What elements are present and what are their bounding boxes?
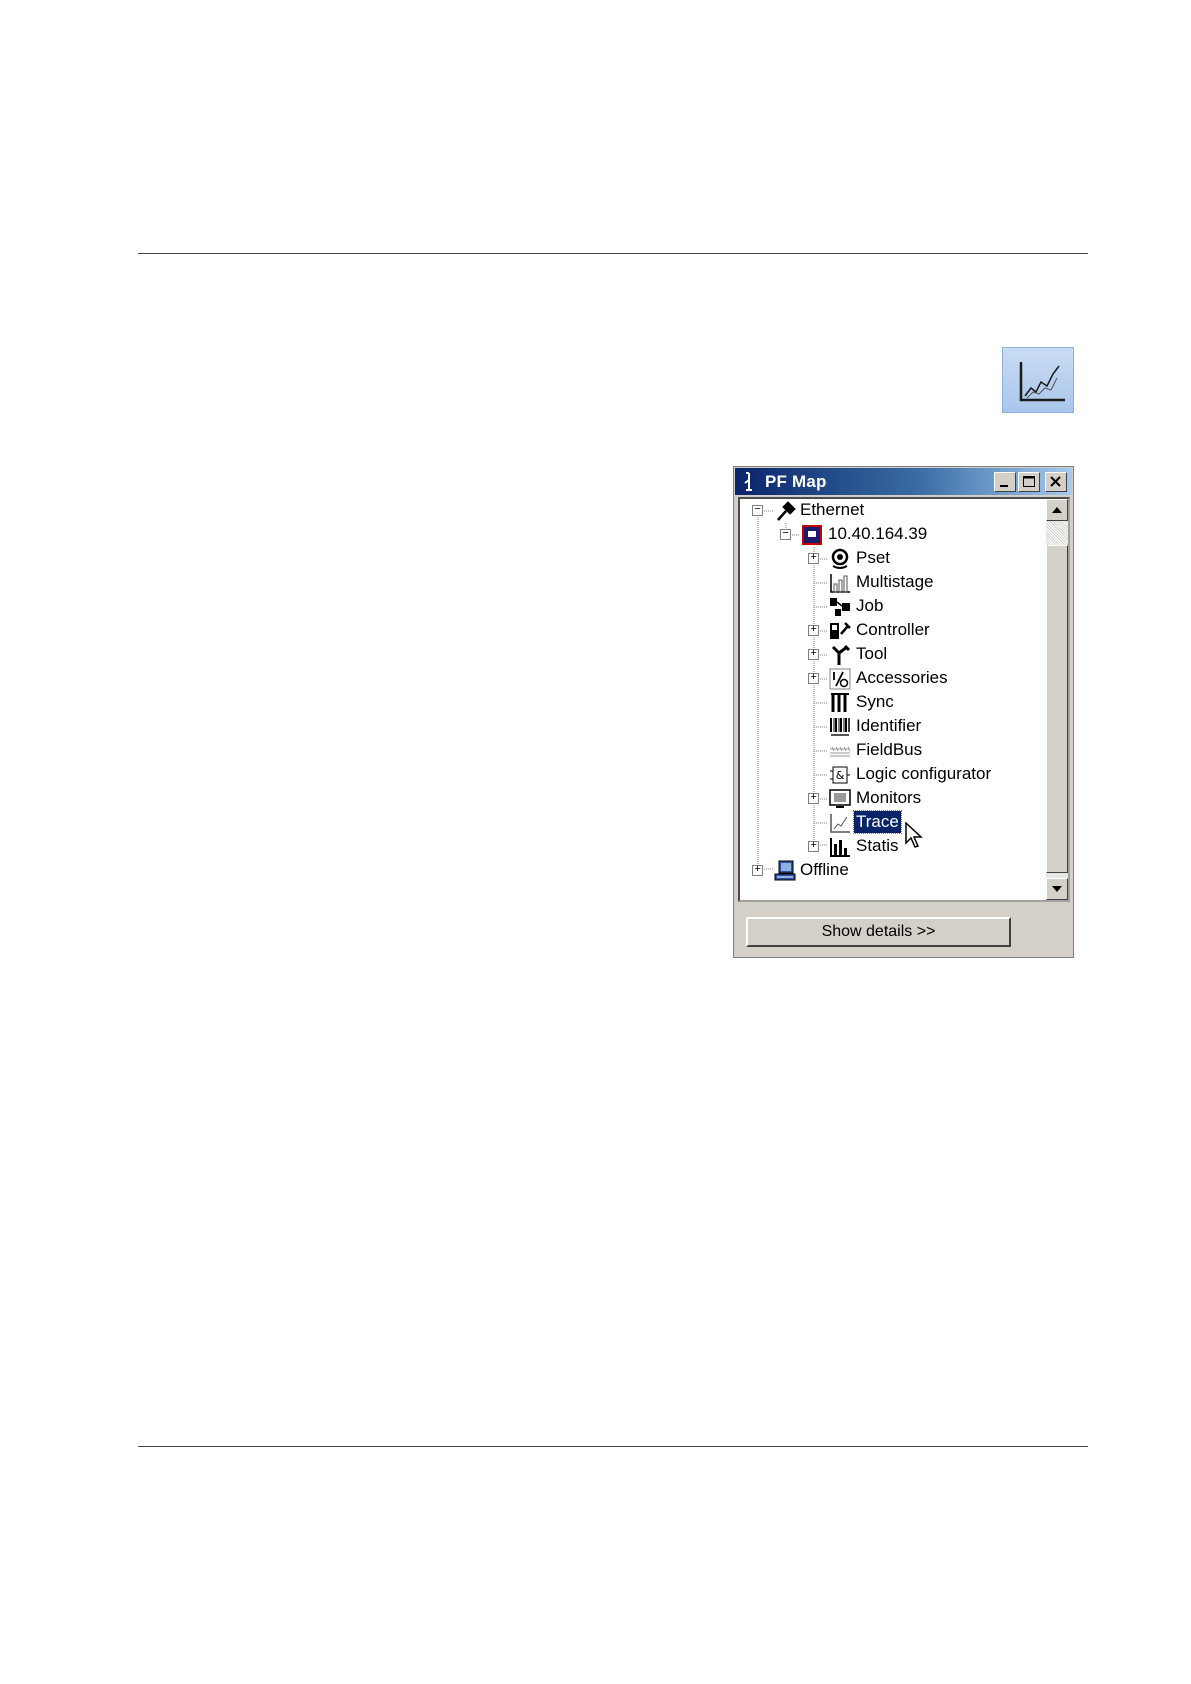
expand-toggle[interactable]: +	[808, 793, 819, 804]
tree-label: Monitors	[856, 788, 922, 807]
statistics-icon	[830, 838, 850, 857]
expand-toggle[interactable]: +	[808, 649, 819, 660]
controller-unit-icon	[802, 525, 822, 545]
tree-panel: − Ethernet − 10.40.164.39 + Pset Multist…	[738, 497, 1070, 902]
expand-toggle[interactable]: +	[808, 553, 819, 564]
tree-label: Offline	[800, 860, 849, 879]
tree-node-accessories[interactable]: + Accessories	[740, 667, 1046, 691]
tree-label: Pset	[856, 548, 891, 567]
sync-icon	[831, 693, 849, 712]
expand-toggle[interactable]: +	[752, 865, 763, 876]
tree-node-monitors[interactable]: + Monitors	[740, 787, 1046, 811]
tree-label: Accessories	[856, 668, 948, 687]
scroll-down-button[interactable]	[1046, 878, 1068, 900]
fieldbus-icon	[830, 746, 851, 757]
tree-node-identifier[interactable]: Identifier	[740, 715, 1046, 739]
tree-label: Statis	[856, 836, 899, 855]
tree-label: Controller	[856, 620, 930, 639]
trace-icon	[830, 814, 850, 833]
arrow-down-icon	[1052, 886, 1062, 892]
expand-toggle[interactable]: +	[808, 841, 819, 852]
pset-icon	[831, 548, 849, 569]
close-button[interactable]	[1045, 472, 1067, 492]
minimize-button[interactable]	[994, 472, 1016, 492]
minimize-icon	[1000, 485, 1008, 487]
tree-label: 10.40.164.39	[828, 524, 928, 543]
pf-map-window: PF Map − Ethernet − 10.40.164.39 + Pset …	[733, 466, 1074, 958]
collapse-toggle[interactable]: −	[780, 529, 791, 540]
close-icon	[1050, 476, 1061, 487]
pf-map-app-icon	[744, 472, 752, 491]
tree-node-fieldbus[interactable]: FieldBus	[740, 739, 1046, 763]
footer-rule	[138, 1446, 1088, 1447]
header-rule	[138, 253, 1088, 254]
tree-node-pset[interactable]: + Pset	[740, 547, 1046, 571]
pf-map-tree: − Ethernet − 10.40.164.39 + Pset Multist…	[740, 499, 1046, 900]
multistage-icon	[830, 574, 850, 593]
scroll-track[interactable]	[1046, 521, 1068, 545]
tree-node-offline[interactable]: + Offline	[740, 859, 1046, 883]
tree-node-ethernet[interactable]: − Ethernet	[740, 499, 1046, 523]
window-footer: Show details >>	[734, 904, 1073, 957]
tree-node-job[interactable]: Job	[740, 595, 1046, 619]
tree-label: FieldBus	[856, 740, 923, 759]
monitor-icon	[829, 789, 851, 808]
controller-icon	[830, 622, 851, 639]
tree-label: Job	[856, 596, 884, 615]
arrow-up-icon	[1052, 507, 1062, 513]
tree-label: Identifier	[856, 716, 922, 735]
expand-toggle[interactable]: +	[808, 625, 819, 636]
tree-node-controller[interactable]: + Controller	[740, 619, 1046, 643]
window-titlebar[interactable]: PF Map	[735, 468, 1072, 495]
tree-label: Logic configurator	[856, 764, 992, 783]
maximize-button[interactable]	[1018, 472, 1040, 492]
expand-toggle[interactable]: +	[808, 673, 819, 684]
job-icon	[830, 598, 850, 616]
tree-node-sync[interactable]: Sync	[740, 691, 1046, 715]
tree-node-controller-ip[interactable]: − 10.40.164.39	[740, 523, 1046, 547]
tree-label: Multistage	[856, 572, 934, 591]
svg-text:&: &	[836, 769, 845, 782]
tree-label: Ethernet	[800, 500, 865, 519]
ethernet-plug-icon	[777, 501, 796, 521]
logic-icon: &	[830, 766, 850, 784]
maximize-icon	[1023, 476, 1035, 487]
accessories-icon	[829, 668, 851, 690]
show-details-button[interactable]: Show details >>	[746, 917, 1011, 947]
mouse-cursor-icon	[905, 822, 923, 848]
collapse-toggle[interactable]: −	[752, 505, 763, 516]
tool-icon	[831, 644, 851, 665]
tree-label-selected: Trace	[853, 810, 902, 834]
tree-label: Sync	[856, 692, 894, 711]
tree-node-multistage[interactable]: Multistage	[740, 571, 1046, 595]
tree-node-statistics[interactable]: + Statis	[740, 835, 1046, 859]
trace-chart-icon	[1019, 362, 1065, 402]
scroll-thumb[interactable]	[1046, 545, 1068, 873]
offline-computer-icon	[774, 860, 796, 881]
tree-scrollbar[interactable]	[1046, 499, 1068, 900]
scroll-up-button[interactable]	[1046, 499, 1068, 521]
tree-node-logic-configurator[interactable]: & Logic configurator	[740, 763, 1046, 787]
trace-toolbar-button[interactable]	[1002, 347, 1074, 413]
barcode-icon	[830, 718, 850, 736]
window-title: PF Map	[765, 472, 827, 491]
tree-node-tool[interactable]: + Tool	[740, 643, 1046, 667]
tree-label: Tool	[856, 644, 888, 663]
tree-node-trace[interactable]: Trace	[740, 810, 1046, 835]
